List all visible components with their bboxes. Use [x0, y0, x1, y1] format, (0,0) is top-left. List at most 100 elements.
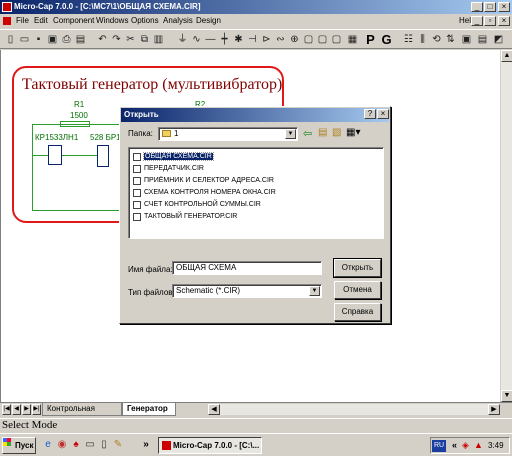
list-item[interactable]: ТАКТОВЫЙ ГЕНЕРАТОР.CIR [132, 212, 237, 222]
clock[interactable]: 3:49 [488, 441, 504, 450]
mirror-icon[interactable]: ⫼ [416, 33, 429, 46]
folder-select[interactable]: 1 ▼ [158, 127, 298, 141]
app-icon[interactable] [2, 2, 12, 12]
tab-checksum[interactable]: Контрольная сумма [42, 403, 122, 425]
menu-analysis[interactable]: Analysis [163, 14, 193, 28]
print-icon[interactable]: ⎙ [60, 33, 73, 46]
diode-icon[interactable]: ⊳ [260, 33, 273, 46]
scroll-right-icon[interactable]: ▶ [488, 404, 500, 415]
menu-options[interactable]: Options [131, 14, 159, 28]
redo-icon[interactable]: ↷ [110, 33, 123, 46]
window3-icon[interactable]: ▢ [330, 33, 343, 46]
text-icon[interactable]: ▤ [476, 33, 489, 46]
ground-icon[interactable]: ⏚ [176, 33, 189, 46]
flip-icon[interactable]: ⇅ [444, 33, 457, 46]
preview-icon[interactable]: ▤ [74, 33, 87, 46]
menu-design[interactable]: Design [196, 14, 221, 28]
chevron-down-icon[interactable]: ▼ [285, 129, 296, 139]
list-item[interactable]: СХЕМА КОНТРОЛЯ НОМЕРА ОКНА.CIR [132, 188, 276, 198]
save-icon[interactable]: ▪ [32, 33, 45, 46]
folder-label: Папка: [128, 129, 153, 138]
window1-icon[interactable]: ▢ [302, 33, 315, 46]
menu-windows[interactable]: Windows [96, 14, 128, 28]
minimize-button[interactable]: _ [471, 2, 483, 12]
filename-label: Имя файла: [128, 265, 173, 274]
undo-icon[interactable]: ↶ [96, 33, 109, 46]
list-item[interactable]: ПЕРЕДАТЧИК.CIR [132, 164, 204, 174]
grid-button[interactable]: G [380, 33, 393, 46]
cancel-button[interactable]: Отмена [334, 281, 381, 299]
close-button[interactable]: × [498, 2, 510, 12]
app-title-bar[interactable]: Micro-Cap 7.0.0 - [C:\MC7\1\ОБЩАЯ СХЕМА.… [0, 0, 512, 14]
back-icon[interactable]: ⇦ [303, 127, 312, 140]
last-tab-icon[interactable]: ▶| [32, 404, 41, 415]
next-tab-icon[interactable]: ▶ [22, 404, 31, 415]
battery-icon[interactable]: ⊕ [288, 33, 301, 46]
probe-button[interactable]: P [364, 33, 377, 46]
first-tab-icon[interactable]: |◀ [2, 404, 11, 415]
view-menu-icon[interactable]: ▦▾ [346, 127, 360, 138]
new-folder-icon[interactable]: ▧ [332, 127, 341, 138]
resistor-icon[interactable]: ∿ [190, 33, 203, 46]
wire-icon[interactable]: — [204, 33, 217, 46]
copy-icon[interactable]: ⧉ [138, 33, 151, 46]
ie-icon[interactable]: e [42, 439, 54, 451]
menu-edit[interactable]: Edit [34, 14, 48, 28]
node-icon[interactable]: ✱ [232, 33, 245, 46]
doc-icon[interactable] [3, 17, 11, 25]
junction-icon[interactable]: ┿ [218, 33, 231, 46]
dialog-title[interactable]: Открыть [121, 108, 389, 122]
doc-restore-button[interactable]: ▫ [484, 16, 496, 26]
open-button[interactable]: Открыть [333, 258, 382, 278]
scroll-down-icon[interactable]: ▼ [501, 390, 512, 402]
chevron-down-icon[interactable]: ▼ [309, 286, 320, 296]
filename-input[interactable]: ОБЩАЯ СХЕМА [172, 261, 322, 275]
cut-icon[interactable]: ✂ [124, 33, 137, 46]
align-icon[interactable]: ☷ [402, 33, 415, 46]
zoom-icon[interactable]: ▣ [460, 33, 473, 46]
file-list[interactable]: ОБЩАЯ СХЕМА.CIR ПЕРЕДАТЧИК.CIR ПРИЁМНИК … [128, 147, 384, 239]
new-file-icon[interactable]: ▯ [4, 33, 17, 46]
vertical-scrollbar[interactable]: ▲ ▼ [500, 50, 512, 402]
scroll-up-icon[interactable]: ▲ [501, 50, 512, 62]
desktop-icon[interactable]: ▯ [98, 439, 110, 451]
explorer-icon[interactable]: ▭ [84, 439, 96, 451]
doc-minimize-button[interactable]: _ [471, 16, 483, 26]
window2-icon[interactable]: ▢ [316, 33, 329, 46]
media-icon[interactable]: ◉ [56, 439, 68, 451]
horizontal-scrollbar[interactable]: ◀ ▶ [208, 404, 500, 415]
menu-component[interactable]: Component [53, 14, 94, 28]
acrobat-icon[interactable]: ♠ [70, 439, 82, 451]
wire [32, 124, 33, 210]
help-button[interactable]: Справка [334, 303, 381, 321]
dialog-help-icon[interactable]: ? [364, 109, 376, 119]
language-indicator[interactable]: RU [432, 440, 446, 452]
maximize-button[interactable]: □ [484, 2, 496, 12]
draw-icon[interactable]: ◩ [492, 33, 505, 46]
save-all-icon[interactable]: ▣ [46, 33, 59, 46]
quicklaunch-more-icon[interactable]: » [140, 439, 152, 451]
list-item[interactable]: ОБЩАЯ СХЕМА.CIR [132, 152, 214, 162]
up-folder-icon[interactable]: ▤ [318, 127, 327, 138]
chip2-symbol [97, 145, 109, 167]
scroll-left-icon[interactable]: ◀ [208, 404, 220, 415]
rotate-icon[interactable]: ⟲ [430, 33, 443, 46]
antivirus-icon[interactable]: ▲ [474, 440, 483, 450]
prev-tab-icon[interactable]: ◀ [12, 404, 21, 415]
list-item[interactable]: ПРИЁМНИК И СЕЛЕКТОР АДРЕСА.CIR [132, 176, 274, 186]
taskbar-microcap-button[interactable]: Micro-Cap 7.0.0 - [C:\... [158, 437, 262, 454]
menu-file[interactable]: File [16, 14, 29, 28]
inductor-icon[interactable]: ∾ [274, 33, 287, 46]
list-item[interactable]: СЧЕТ КОНТРОЛЬНОЙ СУММЫ.CIR [132, 200, 261, 210]
paste-icon[interactable]: ▥ [152, 33, 165, 46]
dialog-close-icon[interactable]: × [377, 109, 389, 119]
tab-generator[interactable]: Генератор [122, 403, 176, 416]
open-folder-icon[interactable]: ▭ [18, 33, 31, 46]
tray-expand-icon[interactable]: « [452, 440, 457, 450]
calculator-icon[interactable]: ▦ [346, 33, 359, 46]
network-icon[interactable]: ◈ [462, 440, 469, 451]
pencil-icon[interactable]: ✎ [112, 439, 124, 451]
doc-close-button[interactable]: × [498, 16, 510, 26]
filetype-select[interactable]: Schematic (*.CIR) ▼ [172, 284, 322, 298]
capacitor-icon[interactable]: ⊣ [246, 33, 259, 46]
